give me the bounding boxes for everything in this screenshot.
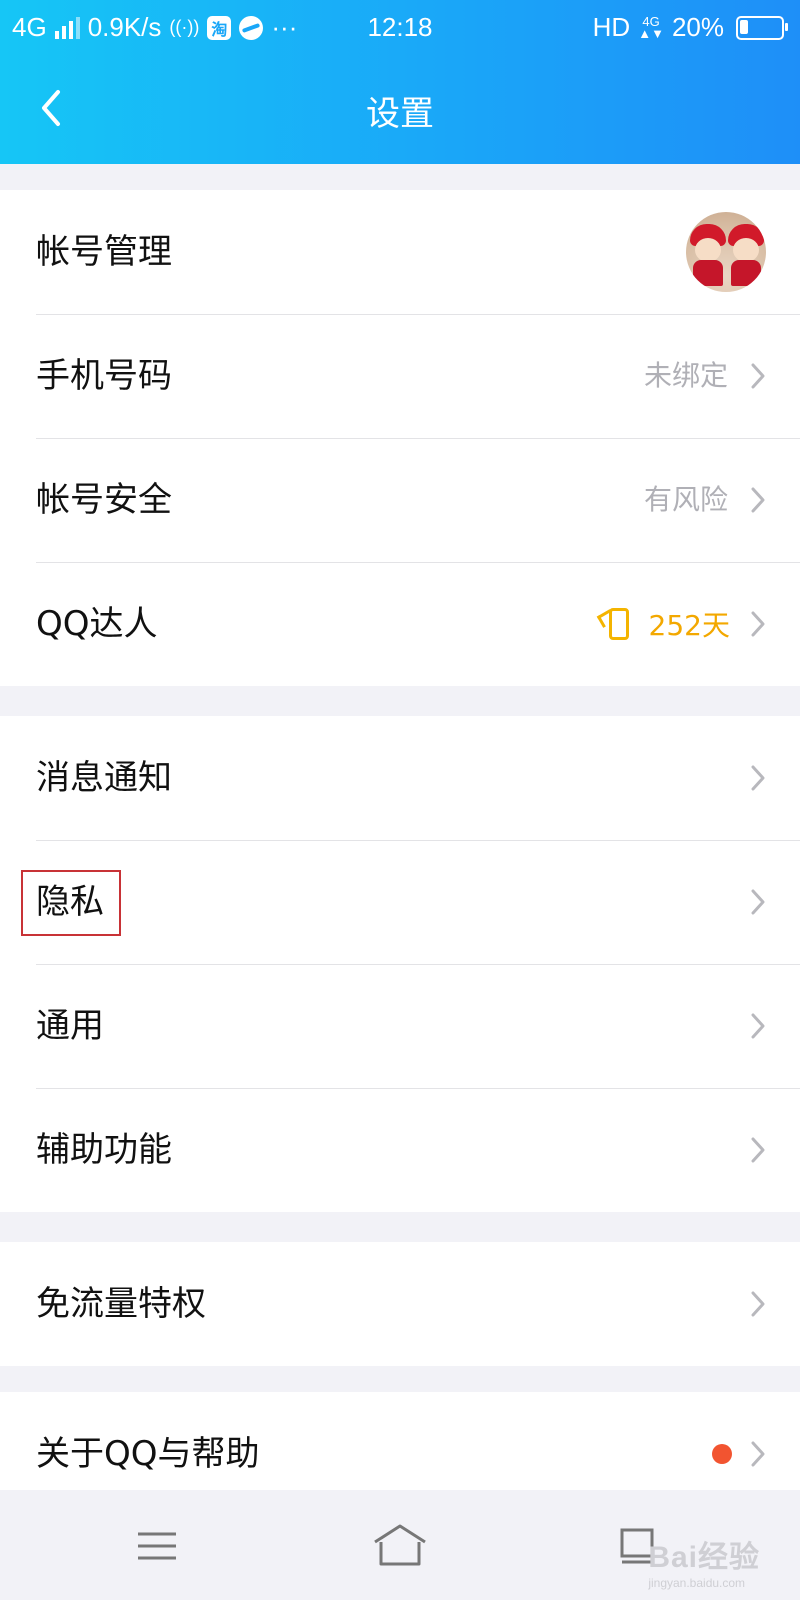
chevron-right-icon: [751, 487, 765, 513]
security-status: 有风险: [643, 483, 728, 516]
header-bar: 4G 0.9K/s ((·)) 淘 ··· 12:18 HD 4G ▲▼ 20% …: [0, 0, 800, 164]
talent-days-value: 252天: [648, 609, 730, 642]
row-accessibility[interactable]: 辅助功能: [0, 1088, 800, 1212]
menu-icon: [138, 1532, 176, 1560]
chevron-right-icon: [751, 765, 765, 791]
row-phone-number[interactable]: 手机号码 未绑定: [0, 314, 800, 438]
chevron-right-icon: [751, 1137, 765, 1163]
hd-indicator: HD: [592, 12, 631, 42]
avatar[interactable]: [686, 212, 766, 292]
chevron-right-icon: [751, 1291, 765, 1317]
row-notifications[interactable]: 消息通知: [0, 716, 800, 840]
account-group: 帐号管理 手机号码 未绑定 帐号安全 有风险 QQ达人 252天: [0, 190, 800, 686]
row-label: 手机号码: [36, 356, 172, 396]
talent-days: 252天: [599, 604, 730, 644]
row-general[interactable]: 通用: [0, 964, 800, 1088]
page-title: 设置: [366, 94, 434, 134]
row-label: 消息通知: [36, 758, 172, 798]
system-nav-bar: Bai经验 jingyan.baidu.com: [0, 1490, 800, 1600]
data-privilege-group: 免流量特权: [0, 1242, 800, 1366]
row-free-data-privilege[interactable]: 免流量特权: [0, 1242, 800, 1366]
new-badge: [712, 1444, 732, 1464]
preferences-group: 消息通知 隐私 通用 辅助功能: [0, 716, 800, 1212]
menu-button[interactable]: [122, 1518, 192, 1574]
row-account-security[interactable]: 帐号安全 有风险: [0, 438, 800, 562]
watermark: Bai经验 jingyan.baidu.com: [648, 1541, 760, 1590]
battery-icon: [736, 15, 788, 40]
chevron-right-icon: [751, 889, 765, 915]
row-label: 帐号管理: [36, 232, 172, 272]
row-label: QQ达人: [36, 604, 158, 644]
row-label: 通用: [36, 1006, 104, 1046]
row-account-management[interactable]: 帐号管理: [0, 190, 800, 314]
chevron-right-icon: [751, 1013, 765, 1039]
home-icon: [374, 1524, 426, 1566]
row-label: 免流量特权: [36, 1284, 206, 1324]
row-privacy[interactable]: 隐私: [0, 840, 800, 964]
phone-wings-icon: [599, 606, 641, 642]
battery-percent: 20%: [671, 12, 724, 42]
phone-status: 未绑定: [643, 359, 728, 392]
data-activity-icon: 4G ▲▼: [638, 13, 664, 41]
chevron-right-icon: [751, 611, 765, 637]
chevron-right-icon: [751, 363, 765, 389]
status-bar: 4G 0.9K/s ((·)) 淘 ··· 12:18 HD 4G ▲▼ 20%: [0, 0, 800, 56]
row-label: 帐号安全: [36, 480, 172, 520]
chevron-right-icon: [751, 1441, 765, 1467]
row-qq-talent[interactable]: QQ达人 252天: [0, 562, 800, 686]
row-label: 辅助功能: [36, 1130, 172, 1170]
home-button[interactable]: [365, 1518, 435, 1574]
highlight-box: [21, 870, 121, 936]
